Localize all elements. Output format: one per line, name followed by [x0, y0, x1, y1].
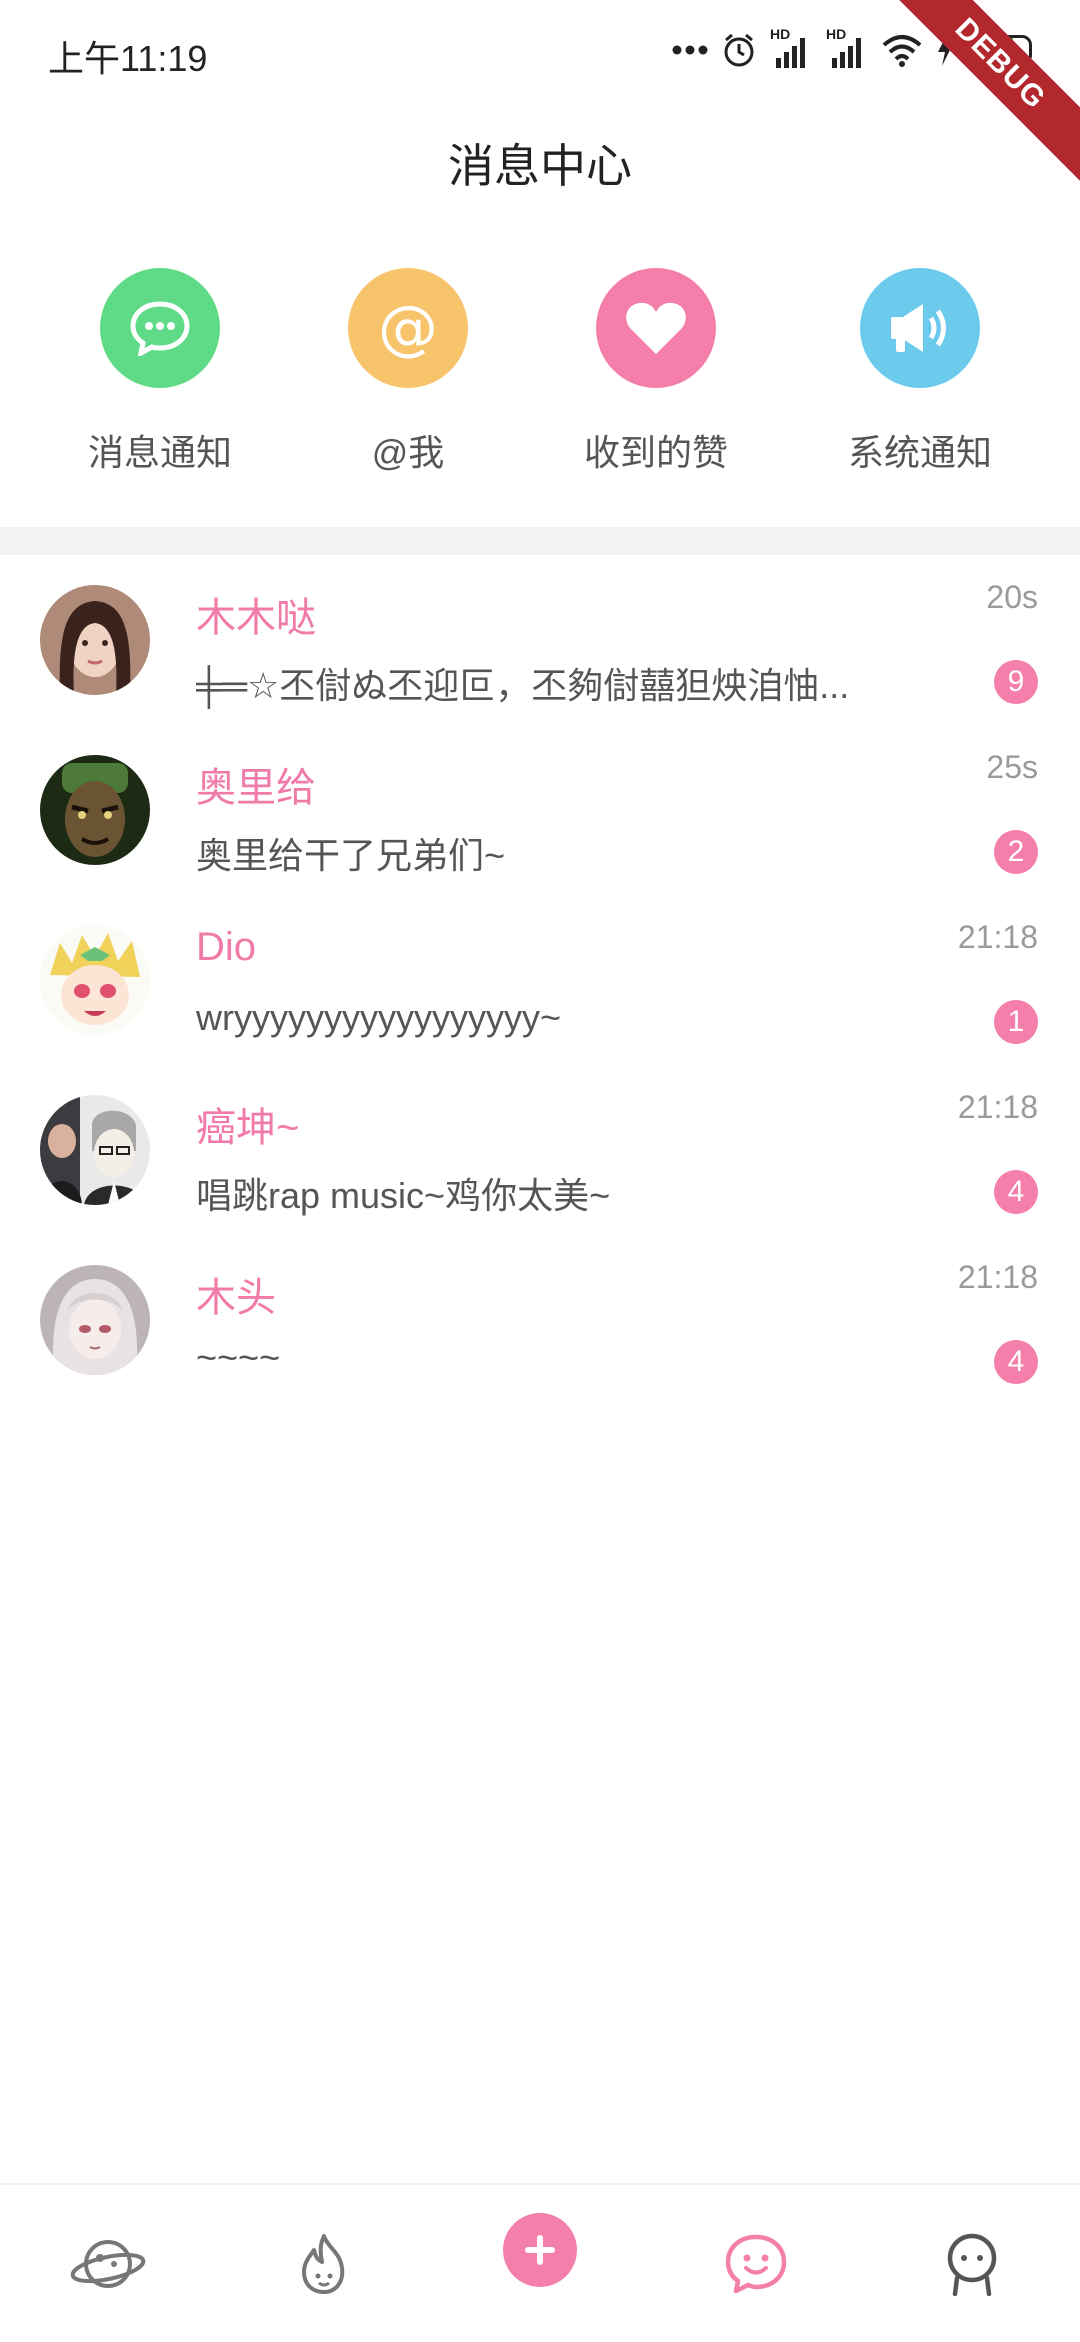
nav-messages[interactable]	[648, 2185, 864, 2342]
planet-icon	[70, 2239, 146, 2288]
contact-name: Dio	[196, 925, 257, 969]
signal-icon-1: HD	[770, 26, 812, 70]
avatar	[40, 1095, 150, 1205]
message-time: 21:18	[957, 1089, 1038, 1125]
contact-name: 奥里给	[196, 766, 316, 810]
conversation-row[interactable]: 奥里给 奥里给干了兄弟们~ 25s 2	[0, 725, 1080, 895]
message-preview: 奥里给干了兄弟们~	[196, 835, 506, 876]
shortcut-at-me[interactable]: @ @我	[288, 268, 528, 476]
chat-bubble-icon	[100, 268, 220, 388]
contact-name: 癌坤~	[196, 1106, 300, 1150]
message-preview: wryyyyyyyyyyyyyyyyy~	[196, 997, 562, 1038]
shortcut-label: 系统通知	[847, 432, 992, 473]
status-time: 上午11:19	[48, 38, 208, 79]
conversation-list: 木木哒 ╪═☆丕傠ぬ丕迎叵，丕夠傠囍狚炴洎怞... 20s 9 奥里给 奥里给干…	[0, 555, 1080, 1405]
shortcut-label: 消息通知	[87, 432, 232, 473]
avatar	[40, 925, 150, 1035]
add-icon	[525, 2235, 555, 2265]
bottom-nav	[0, 2183, 1080, 2342]
unread-badge: 4	[994, 1170, 1038, 1214]
message-time: 25s	[986, 749, 1038, 785]
unread-badge: 1	[994, 1000, 1038, 1044]
at-icon: @	[348, 268, 468, 388]
nav-discover[interactable]	[0, 2185, 216, 2342]
shortcut-likes[interactable]: 收到的赞	[536, 268, 776, 476]
megaphone-icon	[860, 268, 980, 388]
shortcut-label: 收到的赞	[583, 432, 728, 473]
avatar	[40, 1265, 150, 1375]
shortcut-message-notification[interactable]: 消息通知	[40, 268, 280, 476]
message-time: 21:18	[957, 1259, 1038, 1295]
shortcut-row: 消息通知 @ @我 收到的赞 系统通知	[0, 268, 1080, 498]
more-dots-icon	[672, 45, 708, 55]
conversation-row[interactable]: 木木哒 ╪═☆丕傠ぬ丕迎叵，丕夠傠囍狚炴洎怞... 20s 9	[0, 555, 1080, 725]
contact-name: 木头	[196, 1276, 276, 1320]
conversation-row[interactable]: 木头 ~~~~ 21:18 4	[0, 1235, 1080, 1405]
shortcut-system-notification[interactable]: 系统通知	[800, 268, 1040, 476]
nav-hot[interactable]	[216, 2185, 432, 2342]
nav-profile[interactable]	[864, 2185, 1080, 2342]
flame-icon	[302, 2233, 345, 2294]
contact-name: 木木哒	[196, 596, 316, 640]
page-title: 消息中心	[448, 140, 632, 192]
avatar	[40, 755, 150, 865]
signal-icon-2: HD	[826, 26, 868, 70]
profile-icon	[947, 2233, 997, 2296]
section-divider	[0, 527, 1080, 555]
message-time: 21:18	[957, 919, 1038, 955]
unread-badge: 4	[994, 1340, 1038, 1384]
avatar	[40, 585, 150, 695]
message-preview: ╪═☆丕傠ぬ丕迎叵，丕夠傠囍狚炴洎怞...	[196, 665, 850, 706]
conversation-row[interactable]: 癌坤~ 唱跳rap music~鸡你太美~ 21:18 4	[0, 1065, 1080, 1235]
message-preview: ~~~~	[196, 1337, 281, 1378]
message-time: 20s	[986, 579, 1038, 615]
add-button[interactable]	[503, 2213, 577, 2287]
conversation-row[interactable]: Dio wryyyyyyyyyyyyyyyyy~ 21:18 1	[0, 895, 1080, 1065]
shortcut-label: @我	[371, 432, 445, 473]
unread-badge: 9	[994, 660, 1038, 704]
wifi-icon	[882, 35, 922, 67]
alarm-icon	[724, 33, 754, 67]
status-bar: 上午11:19 HD HD 74 DEBUG	[0, 0, 1080, 189]
unread-badge: 2	[994, 830, 1038, 874]
heart-icon	[596, 268, 716, 388]
message-preview: 唱跳rap music~鸡你太美~	[196, 1175, 611, 1216]
message-face-icon	[725, 2234, 787, 2293]
